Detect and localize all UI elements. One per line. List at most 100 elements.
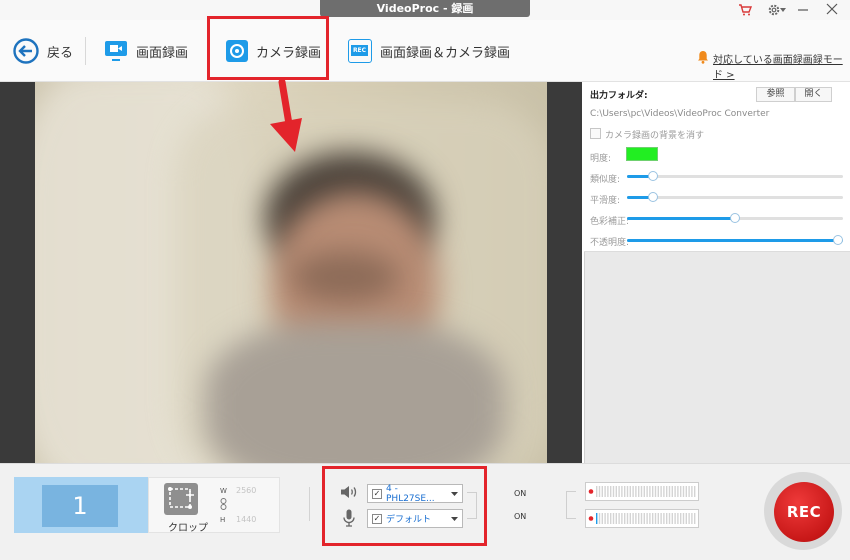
meter-bar: [624, 513, 626, 524]
webcam-icon: [226, 40, 248, 62]
opacity-label: 不透明度:: [590, 238, 630, 248]
slider-fill: [627, 239, 843, 242]
monitor-number[interactable]: 1: [42, 485, 118, 527]
meter-bar: [660, 513, 662, 524]
similarity-slider[interactable]: [627, 171, 843, 181]
speaker-enable-checkbox[interactable]: ✓: [372, 488, 382, 499]
smoothness-label: 平滑度:: [590, 196, 621, 206]
meter-bar: [671, 513, 673, 524]
meter-bar: [680, 513, 682, 524]
meter-bar: [691, 513, 693, 524]
slider-handle[interactable]: [833, 235, 843, 245]
meter-bar: [652, 513, 654, 524]
slider-handle[interactable]: [647, 171, 658, 181]
meter-bar: [688, 513, 690, 524]
opacity-slider[interactable]: [627, 235, 843, 245]
slider-handle[interactable]: [647, 192, 658, 202]
slider-handle[interactable]: [730, 213, 740, 223]
meter-bar: [652, 486, 654, 497]
meter-bar: [612, 486, 615, 497]
meter-bar: [618, 513, 620, 524]
meter-bar: [629, 513, 631, 524]
speaker-device-label: 4 - PHL27SE...: [386, 483, 435, 504]
gear-icon[interactable]: [767, 3, 781, 17]
screen-record-label: 画面録画: [136, 45, 189, 61]
minimize-icon[interactable]: [797, 3, 809, 15]
meter-bar: [694, 513, 696, 524]
color-correction-slider[interactable]: [627, 213, 843, 223]
meter-bar: [615, 486, 617, 497]
monitor-camera-icon: [105, 41, 127, 61]
meter-bar: [649, 486, 651, 497]
close-icon[interactable]: [826, 3, 838, 15]
output-path: C:\Users\pc\Videos\VideoProc Converter: [590, 109, 770, 119]
speaker-level-meter: [585, 482, 699, 501]
meter-bar: [638, 513, 640, 524]
rec-mode-icon-text: REC: [351, 45, 368, 56]
brightness-color-swatch[interactable]: [626, 147, 658, 161]
mic-device-dropdown[interactable]: ✓ デフォルト: [367, 509, 463, 528]
meter-bar: [607, 486, 609, 497]
speaker-device-dropdown[interactable]: ✓ 4 - PHL27SE...: [367, 483, 463, 504]
supported-modes-link[interactable]: 対応している画面録画録モード >: [713, 51, 850, 81]
meter-bar: [682, 486, 685, 497]
meter-bar: [638, 486, 640, 497]
output-folder-label: 出力フォルダ:: [590, 91, 648, 101]
meter-bar: [632, 486, 634, 497]
meter-bar: [654, 513, 657, 524]
microphone-icon[interactable]: [343, 509, 355, 527]
meter-bar: [649, 513, 651, 524]
window-title: VideoProc - 録画: [320, 0, 530, 17]
meter-bar: [640, 513, 643, 524]
meter-bar: [601, 486, 603, 497]
meter-bar: [654, 486, 657, 497]
meter-bar: [621, 486, 623, 497]
meter-bracket: [566, 491, 576, 519]
crop-label: クロップ: [168, 523, 208, 534]
slider-fill: [627, 217, 735, 220]
meter-bar: [646, 513, 648, 524]
slider-track: [627, 175, 843, 178]
meter-bar: [626, 513, 629, 524]
meter-bar: [596, 486, 598, 497]
meter-bar: [621, 513, 623, 524]
meter-bar: [643, 486, 645, 497]
screen-camera-record-mode-button[interactable]: REC 画面録画＆カメラ録画: [348, 39, 510, 63]
cart-icon[interactable]: [738, 4, 752, 16]
remove-bg-label: カメラ録画の背景を消す: [605, 131, 705, 141]
width-value[interactable]: 2560: [236, 486, 256, 495]
crop-icon[interactable]: [164, 483, 198, 515]
meter-bar: [635, 486, 637, 497]
meter-bar: [666, 513, 668, 524]
back-arrow-icon: [13, 38, 39, 64]
remove-bg-checkbox[interactable]: [590, 128, 601, 139]
meter-peak-dot: [588, 516, 594, 521]
smoothness-slider[interactable]: [627, 192, 843, 202]
chevron-down-icon: [451, 516, 458, 521]
meter-bar: [612, 513, 615, 524]
open-folder-button[interactable]: 開く: [795, 87, 832, 102]
mic-enable-checkbox[interactable]: ✓: [372, 513, 382, 524]
mic-state: ON: [514, 512, 527, 521]
chevron-down-icon[interactable]: [780, 8, 786, 12]
meter-bar: [674, 513, 676, 524]
camera-record-mode-button[interactable]: カメラ録画: [226, 40, 321, 62]
mic-device-label: デフォルト: [386, 515, 432, 525]
height-value[interactable]: 1440: [236, 515, 256, 524]
link-icon[interactable]: [220, 498, 227, 510]
audio-bracket: [467, 492, 477, 519]
meter-bar: [688, 486, 690, 497]
back-button[interactable]: 戻る: [13, 38, 73, 64]
meter-bar: [615, 513, 617, 524]
speaker-icon[interactable]: [340, 485, 358, 499]
meter-bar: [677, 486, 679, 497]
meter-bar: [682, 513, 685, 524]
meter-bar: [666, 486, 668, 497]
screen-camera-record-label: 画面録画＆カメラ録画: [380, 45, 511, 61]
rec-button[interactable]: REC: [774, 482, 834, 542]
annotation-arrow: [262, 80, 306, 154]
browse-button[interactable]: 参照: [756, 87, 795, 102]
back-label: 戻る: [47, 45, 74, 61]
screen-record-mode-button[interactable]: 画面録画: [104, 40, 188, 62]
meter-bar: [677, 513, 679, 524]
